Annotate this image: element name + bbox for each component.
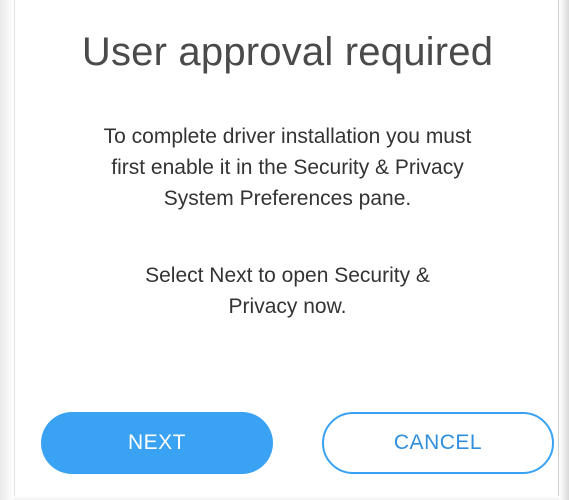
message-line: System Preferences pane. xyxy=(163,187,412,210)
window-edge-left xyxy=(0,0,14,500)
dialog-bottom-shade xyxy=(14,496,559,500)
approval-dialog: User approval required To complete drive… xyxy=(14,0,559,500)
message-line: To complete driver installation you must xyxy=(103,125,472,148)
cancel-button[interactable]: CANCEL xyxy=(322,412,554,474)
message-line: first enable it in the Security & Privac… xyxy=(111,156,464,179)
message-line: Select Next to open Security & xyxy=(145,264,430,287)
message-line: Privacy now. xyxy=(228,295,347,318)
dialog-message-secondary: Select Next to open Security & Privacy n… xyxy=(15,260,560,322)
dialog-message-primary: To complete driver installation you must… xyxy=(15,121,560,214)
screen: User approval required To complete drive… xyxy=(0,0,569,500)
window-edge-right xyxy=(559,0,569,500)
dialog-title: User approval required xyxy=(81,30,494,74)
next-button[interactable]: NEXT xyxy=(41,412,273,474)
